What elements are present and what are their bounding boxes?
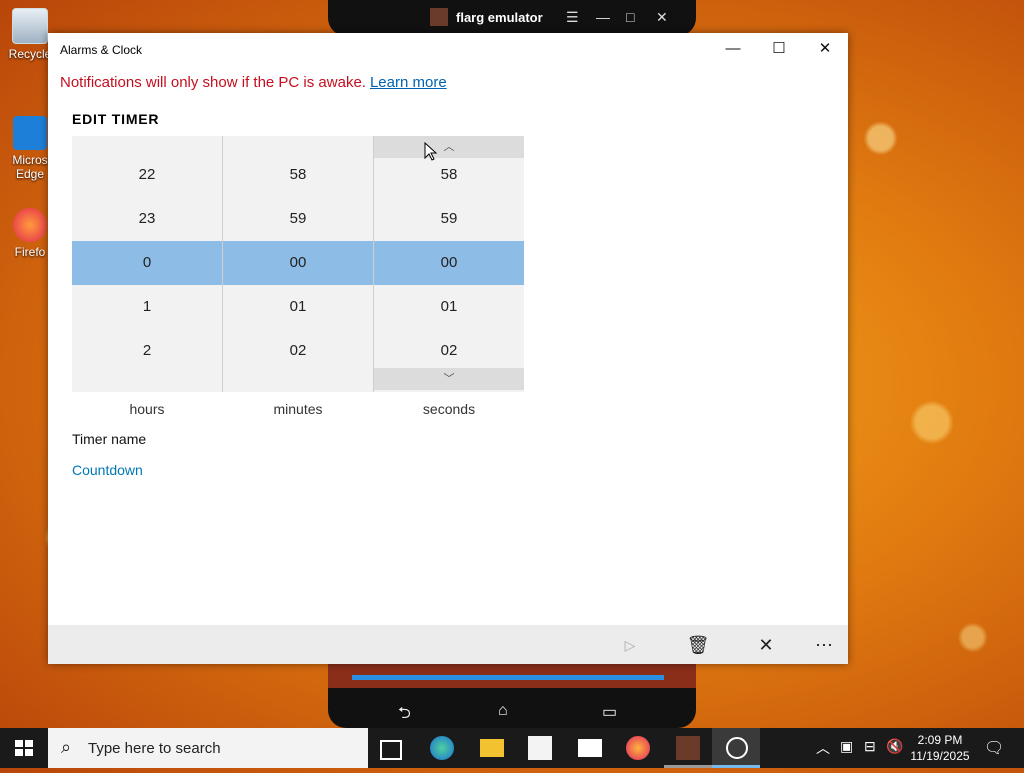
scroll-down-button[interactable]: ﹀ bbox=[374, 368, 524, 390]
emulator-progress-bar bbox=[352, 675, 664, 680]
start-icon[interactable]: ▷ bbox=[618, 633, 642, 657]
close-icon[interactable]: ✕ bbox=[802, 37, 848, 61]
clock-time: 2:09 PM bbox=[917, 733, 963, 747]
minutes-label: minutes bbox=[273, 401, 323, 417]
time-picker: 22 23 0 1 2 58 59 00 01 02 ︿ 58 59 00 01… bbox=[72, 136, 524, 392]
seconds-label: seconds bbox=[422, 401, 476, 417]
emulator-app-icon[interactable] bbox=[676, 736, 700, 760]
window-title: Alarms & Clock bbox=[60, 43, 143, 57]
titlebar: Alarms & Clock — ☐ ✕ bbox=[48, 33, 848, 65]
command-bar: ▷ 🗑 ✕ ⋯ bbox=[48, 625, 848, 664]
meet-now-icon[interactable]: ▣ bbox=[840, 738, 853, 755]
minutes-option[interactable]: 59 bbox=[223, 197, 373, 241]
close-icon[interactable]: ✕ bbox=[656, 9, 668, 26]
taskbar-search-box[interactable]: ⌕ Type here to search bbox=[48, 728, 368, 768]
timer-name-label: Timer name bbox=[72, 431, 147, 447]
minutes-option[interactable]: 58 bbox=[223, 153, 373, 197]
hours-option[interactable]: 22 bbox=[72, 153, 222, 197]
home-icon[interactable]: ⌂ bbox=[498, 702, 508, 720]
emulator-logo-icon bbox=[430, 8, 448, 26]
firefox-icon[interactable] bbox=[626, 736, 650, 760]
network-icon[interactable]: ⊟ bbox=[864, 738, 876, 755]
seconds-option[interactable]: 02 bbox=[374, 329, 524, 373]
mouse-cursor-icon bbox=[424, 142, 438, 161]
page-title: EDIT TIMER bbox=[72, 111, 160, 127]
maximize-icon[interactable]: ☐ bbox=[756, 37, 802, 61]
maximize-icon[interactable]: □ bbox=[626, 9, 634, 25]
clock-date: 11/19/2025 bbox=[910, 749, 970, 763]
notifications-icon[interactable]: 🗨 bbox=[984, 738, 1004, 758]
search-icon: ⌕ bbox=[61, 737, 72, 757]
notification-warning: Notifications will only show if the PC i… bbox=[60, 74, 447, 91]
seconds-option[interactable]: 01 bbox=[374, 285, 524, 329]
recycle-bin-icon bbox=[12, 8, 48, 44]
cancel-icon[interactable]: ✕ bbox=[754, 633, 778, 657]
recents-icon[interactable]: ▭ bbox=[602, 702, 617, 722]
seconds-column[interactable]: ︿ 58 59 00 01 02 ﹀ bbox=[374, 136, 524, 392]
delete-icon[interactable]: 🗑 bbox=[686, 633, 710, 657]
taskbar: ⌕ Type here to search ︿ ▣ ⊟ 🔇 2:09 PM 11… bbox=[0, 728, 1024, 768]
mail-icon[interactable] bbox=[578, 739, 602, 757]
start-button[interactable] bbox=[0, 728, 48, 768]
microsoft-store-icon[interactable] bbox=[528, 736, 552, 760]
hours-column[interactable]: 22 23 0 1 2 bbox=[72, 136, 222, 392]
hours-option[interactable]: 23 bbox=[72, 197, 222, 241]
minutes-option[interactable]: 01 bbox=[223, 285, 373, 329]
learn-more-link[interactable]: Learn more bbox=[370, 74, 447, 91]
emulator-titlebar: flarg emulator ☰ — □ ✕ bbox=[328, 0, 696, 36]
task-view-icon[interactable] bbox=[380, 740, 402, 760]
hours-option[interactable]: 1 bbox=[72, 285, 222, 329]
alarms-taskbar-button[interactable] bbox=[712, 728, 760, 768]
edge-icon bbox=[13, 116, 47, 150]
minutes-selected[interactable]: 00 bbox=[223, 241, 373, 285]
more-options-icon[interactable]: ⋯ bbox=[812, 633, 836, 657]
windows-logo-icon bbox=[15, 740, 33, 756]
hours-selected[interactable]: 0 bbox=[72, 241, 222, 285]
chevron-down-icon: ﹀ bbox=[443, 373, 455, 385]
search-placeholder: Type here to search bbox=[88, 740, 221, 757]
emulator-title: flarg emulator bbox=[456, 10, 543, 25]
chevron-up-icon[interactable]: ︿ bbox=[816, 738, 830, 758]
minutes-option[interactable]: 02 bbox=[223, 329, 373, 373]
minimize-icon[interactable]: — bbox=[710, 37, 756, 61]
timer-name-input[interactable]: Countdown bbox=[72, 462, 143, 478]
system-clock[interactable]: 2:09 PM 11/19/2025 bbox=[904, 732, 976, 764]
notice-text: Notifications will only show if the PC i… bbox=[60, 74, 366, 91]
hours-label: hours bbox=[129, 401, 165, 417]
seconds-selected[interactable]: 00 bbox=[374, 241, 524, 285]
chevron-up-icon: ︿ bbox=[443, 141, 455, 153]
file-explorer-icon[interactable] bbox=[480, 739, 504, 757]
alarms-clock-window: Alarms & Clock — ☐ ✕ Notifications will … bbox=[48, 33, 848, 664]
firefox-icon bbox=[13, 208, 47, 242]
hours-option[interactable]: 2 bbox=[72, 329, 222, 373]
volume-muted-icon[interactable]: 🔇 bbox=[886, 738, 903, 755]
minutes-column[interactable]: 58 59 00 01 02 bbox=[223, 136, 373, 392]
minimize-icon[interactable]: — bbox=[596, 9, 610, 25]
seconds-option[interactable]: 58 bbox=[374, 153, 524, 197]
hamburger-menu-icon[interactable]: ☰ bbox=[566, 9, 579, 26]
alarm-clock-icon bbox=[726, 737, 748, 759]
edge-icon[interactable] bbox=[430, 736, 454, 760]
back-icon[interactable]: ⮌ bbox=[398, 702, 411, 729]
seconds-option[interactable]: 59 bbox=[374, 197, 524, 241]
